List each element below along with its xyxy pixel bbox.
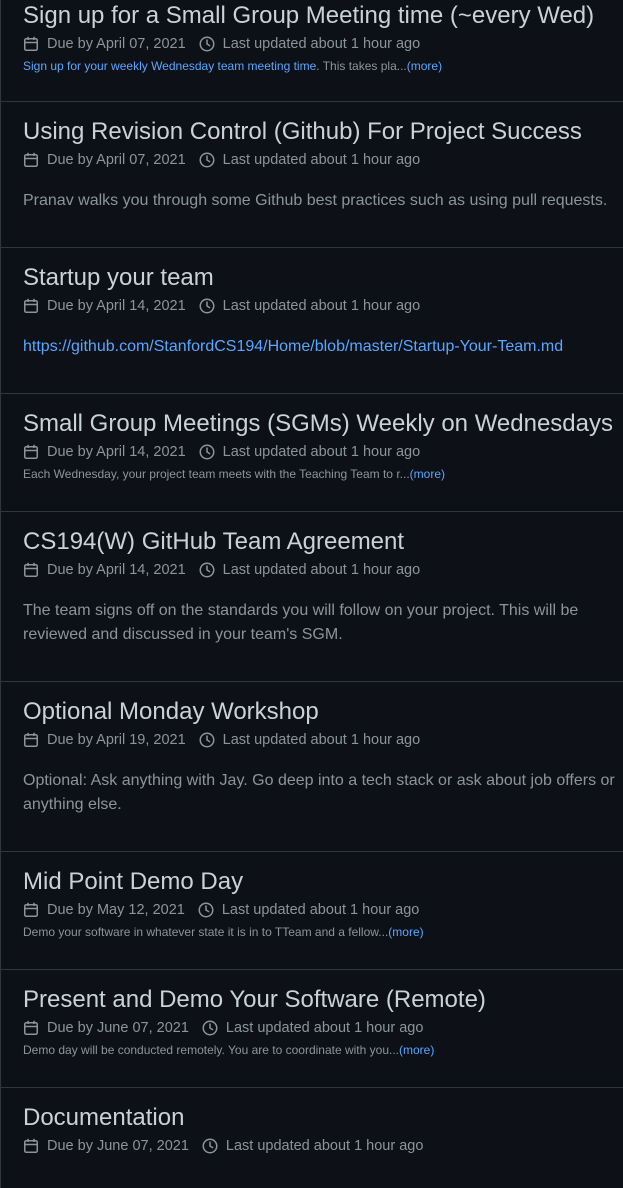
milestone-meta: Due by June 07, 2021 Last updated about … [23,1136,623,1156]
calendar-icon [23,152,39,168]
clock-icon [199,152,215,168]
milestone-title[interactable]: Documentation [23,1104,623,1132]
milestone-description: Sign up for your weekly Wednesday team m… [23,59,443,73]
milestone-meta: Due by June 07, 2021 Last updated about … [23,1018,623,1038]
last-updated: Last updated about 1 hour ago [222,444,421,460]
milestone-title[interactable]: Startup your team [23,264,623,292]
clock-icon [198,902,214,918]
calendar-icon [23,298,39,314]
more-link[interactable]: (more) [410,467,445,481]
clock-icon [199,732,215,748]
last-updated: Last updated about 1 hour ago [222,298,421,314]
due-date: Due by April 19, 2021 [47,732,186,748]
milestone-item: Sign up for a Small Group Meeting time (… [1,0,623,102]
milestone-item: Documentation Due by June 07, 2021 Last … [1,1088,623,1188]
description-link[interactable]: https://github.com/StanfordCS194/Home/bl… [23,338,563,355]
more-link[interactable]: (more) [407,59,442,73]
last-updated: Last updated about 1 hour ago [222,562,421,578]
milestone-item: CS194(W) GitHub Team Agreement Due by Ap… [1,512,623,682]
milestone-title[interactable]: Using Revision Control (Github) For Proj… [23,118,623,146]
clock-icon [199,36,215,52]
clock-icon [202,1020,218,1036]
last-updated: Last updated about 1 hour ago [222,152,421,168]
milestone-description: https://github.com/StanfordCS194/Home/bl… [23,335,623,359]
calendar-icon [23,562,39,578]
milestone-meta: Due by April 14, 2021 Last updated about… [23,560,623,580]
calendar-icon [23,444,39,460]
due-date: Due by April 14, 2021 [47,298,186,314]
clock-icon [199,444,215,460]
due-date: Due by April 07, 2021 [47,36,186,52]
description-link[interactable]: Sign up for your weekly Wednesday team m… [23,59,316,73]
milestone-meta: Due by April 07, 2021 Last updated about… [23,150,623,170]
last-updated: Last updated about 1 hour ago [221,902,420,918]
milestone-title[interactable]: Small Group Meetings (SGMs) Weekly on We… [23,410,623,438]
clock-icon [202,1138,218,1154]
due-date: Due by June 07, 2021 [47,1020,189,1036]
milestone-list: Sign up for a Small Group Meeting time (… [0,0,623,1188]
clock-icon [199,298,215,314]
clock-icon [199,562,215,578]
milestone-title[interactable]: Mid Point Demo Day [23,868,623,896]
more-link[interactable]: (more) [388,925,423,939]
milestone-description: Each Wednesday, your project team meets … [23,467,445,481]
milestone-item: Startup your team Due by April 14, 2021 … [1,248,623,394]
last-updated: Last updated about 1 hour ago [225,1138,424,1154]
milestone-meta: Due by April 07, 2021 Last updated about… [23,34,623,54]
milestone-description: Demo your software in whatever state it … [23,925,424,939]
last-updated: Last updated about 1 hour ago [222,36,421,52]
milestone-item: Small Group Meetings (SGMs) Weekly on We… [1,394,623,512]
milestone-description: Demo day will be conducted remotely. You… [23,1043,435,1057]
milestone-title[interactable]: CS194(W) GitHub Team Agreement [23,528,623,556]
milestone-item: Mid Point Demo Day Due by May 12, 2021 L… [1,852,623,970]
due-date: Due by April 07, 2021 [47,152,186,168]
due-date: Due by May 12, 2021 [47,902,185,918]
calendar-icon [23,902,39,918]
milestone-title[interactable]: Present and Demo Your Software (Remote) [23,986,623,1014]
milestone-title[interactable]: Optional Monday Workshop [23,698,623,726]
calendar-icon [23,732,39,748]
last-updated: Last updated about 1 hour ago [222,732,421,748]
calendar-icon [23,1020,39,1036]
milestone-meta: Due by April 19, 2021 Last updated about… [23,730,623,750]
calendar-icon [23,1138,39,1154]
due-date: Due by June 07, 2021 [47,1138,189,1154]
due-date: Due by April 14, 2021 [47,562,186,578]
milestone-description: Pranav walks you through some Github bes… [23,192,608,209]
milestone-description: Optional: Ask anything with Jay. Go deep… [23,772,615,813]
milestone-meta: Due by April 14, 2021 Last updated about… [23,296,623,316]
milestone-item: Present and Demo Your Software (Remote) … [1,970,623,1088]
milestone-meta: Due by April 14, 2021 Last updated about… [23,442,623,462]
calendar-icon [23,36,39,52]
more-link[interactable]: (more) [399,1043,434,1057]
milestone-item: Using Revision Control (Github) For Proj… [1,102,623,248]
due-date: Due by April 14, 2021 [47,444,186,460]
milestone-meta: Due by May 12, 2021 Last updated about 1… [23,900,623,920]
last-updated: Last updated about 1 hour ago [225,1020,424,1036]
milestone-description: The team signs off on the standards you … [23,602,579,643]
milestone-title[interactable]: Sign up for a Small Group Meeting time (… [23,2,623,30]
milestone-item: Optional Monday Workshop Due by April 19… [1,682,623,852]
